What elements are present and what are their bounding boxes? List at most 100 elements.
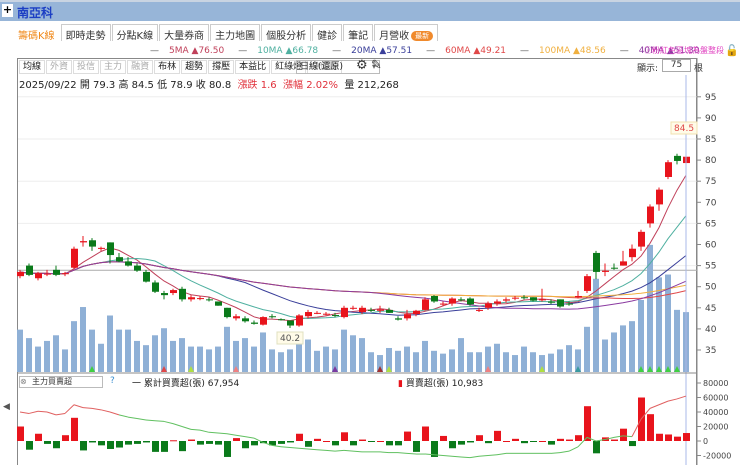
cumulative-line-segment xyxy=(343,449,354,452)
net-bar xyxy=(404,431,411,441)
candle-body xyxy=(512,297,519,299)
net-bar xyxy=(26,441,33,450)
price-tick-label: 40 xyxy=(705,325,717,335)
indicator-tick-label: 40000 xyxy=(703,408,728,417)
cumulative-line-segment xyxy=(280,446,291,449)
candle-body xyxy=(143,271,150,282)
indicator-select-value: 主力買賣超 xyxy=(32,377,72,386)
net-bar xyxy=(278,441,285,444)
net-bar xyxy=(449,441,456,449)
candle-body xyxy=(152,282,159,292)
cumulative-line-segment xyxy=(325,449,336,452)
net-bar xyxy=(386,441,393,446)
candle-body xyxy=(656,189,663,205)
net-bar xyxy=(620,428,627,441)
volume-bar xyxy=(62,349,68,372)
cumulative-line-segment xyxy=(667,398,678,402)
candle-body xyxy=(404,314,411,319)
volume-bar xyxy=(512,355,518,372)
net-bar xyxy=(251,441,258,446)
price-chart[interactable]: 35 40 45 50 55 60 65 70 75 80 85 90 95 84.5 40.2 80000 6… xyxy=(0,0,740,465)
volume-bar xyxy=(422,340,428,372)
cumulative-line-segment xyxy=(37,410,48,413)
cumulative-legend: 一 累計買賣超(張) 67,954 xyxy=(132,379,240,389)
net-bar xyxy=(593,441,600,454)
net-bar xyxy=(539,441,546,442)
net-bar xyxy=(143,441,150,443)
net-bar xyxy=(440,435,447,441)
candle-body xyxy=(98,247,105,249)
candle-body xyxy=(629,248,636,258)
candle-body xyxy=(476,309,483,311)
volume-bar xyxy=(125,329,131,372)
candle-body xyxy=(116,257,123,262)
net-bar xyxy=(368,441,375,442)
volume-bar xyxy=(467,352,473,372)
candle-body xyxy=(593,252,600,272)
net-bar xyxy=(17,426,24,441)
net-bar xyxy=(152,441,159,452)
net-bar xyxy=(206,441,213,444)
volume-bar xyxy=(107,315,113,372)
cumulative-line-segment xyxy=(226,433,237,436)
net-bar xyxy=(341,432,348,441)
candle-body xyxy=(557,299,564,307)
candle-body xyxy=(35,273,42,279)
low-marker-label: 40.2 xyxy=(280,334,300,344)
candle-body xyxy=(26,265,33,275)
candle-body xyxy=(350,307,357,309)
volume-bar xyxy=(143,345,149,372)
candle-body xyxy=(107,242,114,256)
cumulative-line-segment xyxy=(478,455,489,457)
cumulative-line-segment xyxy=(397,452,408,454)
net-bar xyxy=(422,426,429,441)
volume-bar xyxy=(179,338,185,372)
cumulative-line-segment xyxy=(172,423,183,427)
candle-body xyxy=(521,297,528,299)
candle-body xyxy=(134,265,141,271)
volume-bar xyxy=(98,343,104,372)
candle-body xyxy=(260,317,267,325)
net-bar xyxy=(656,433,663,441)
close-icon[interactable]: ⊗ xyxy=(20,377,27,386)
net-bar xyxy=(89,441,96,443)
volume-bar xyxy=(170,340,176,372)
candle-body xyxy=(377,309,384,311)
net-bar xyxy=(395,441,402,446)
candle-body xyxy=(584,276,591,291)
indicator-select[interactable]: 主力買賣超 xyxy=(19,376,103,388)
net-bar xyxy=(566,439,573,441)
candle-body xyxy=(494,301,501,304)
candle-body xyxy=(197,298,204,300)
net-bar xyxy=(80,441,87,451)
candle-body xyxy=(233,316,240,319)
collapse-left-icon[interactable]: ◀ xyxy=(3,402,10,412)
volume-bar xyxy=(287,349,293,372)
volume-bar xyxy=(251,346,257,372)
net-bar xyxy=(548,441,555,445)
net-bar xyxy=(467,441,474,443)
candle-body xyxy=(485,303,492,308)
net-bar xyxy=(629,441,636,447)
candle-body xyxy=(278,319,285,321)
candle-body xyxy=(305,312,312,317)
candle-body xyxy=(242,318,249,322)
volume-bar xyxy=(350,335,356,372)
high-marker-label: 84.5 xyxy=(674,124,694,134)
net-bar xyxy=(674,436,681,441)
cumulative-line-segment xyxy=(559,450,570,454)
candle-body xyxy=(368,309,375,311)
volume-bar xyxy=(503,352,509,372)
net-bar xyxy=(242,441,249,449)
cumulative-line-segment xyxy=(442,455,453,457)
volume-bar xyxy=(215,346,221,372)
volume-bar xyxy=(638,299,644,372)
net-bar xyxy=(134,441,141,444)
net-bar xyxy=(233,438,240,441)
cumulative-line-segment xyxy=(28,410,39,414)
help-icon[interactable]: ? xyxy=(110,376,115,386)
cumulative-line-segment xyxy=(451,455,462,458)
price-tick-label: 75 xyxy=(705,177,716,187)
cumulative-line-segment xyxy=(289,447,300,449)
cumulative-line-segment xyxy=(568,446,579,452)
